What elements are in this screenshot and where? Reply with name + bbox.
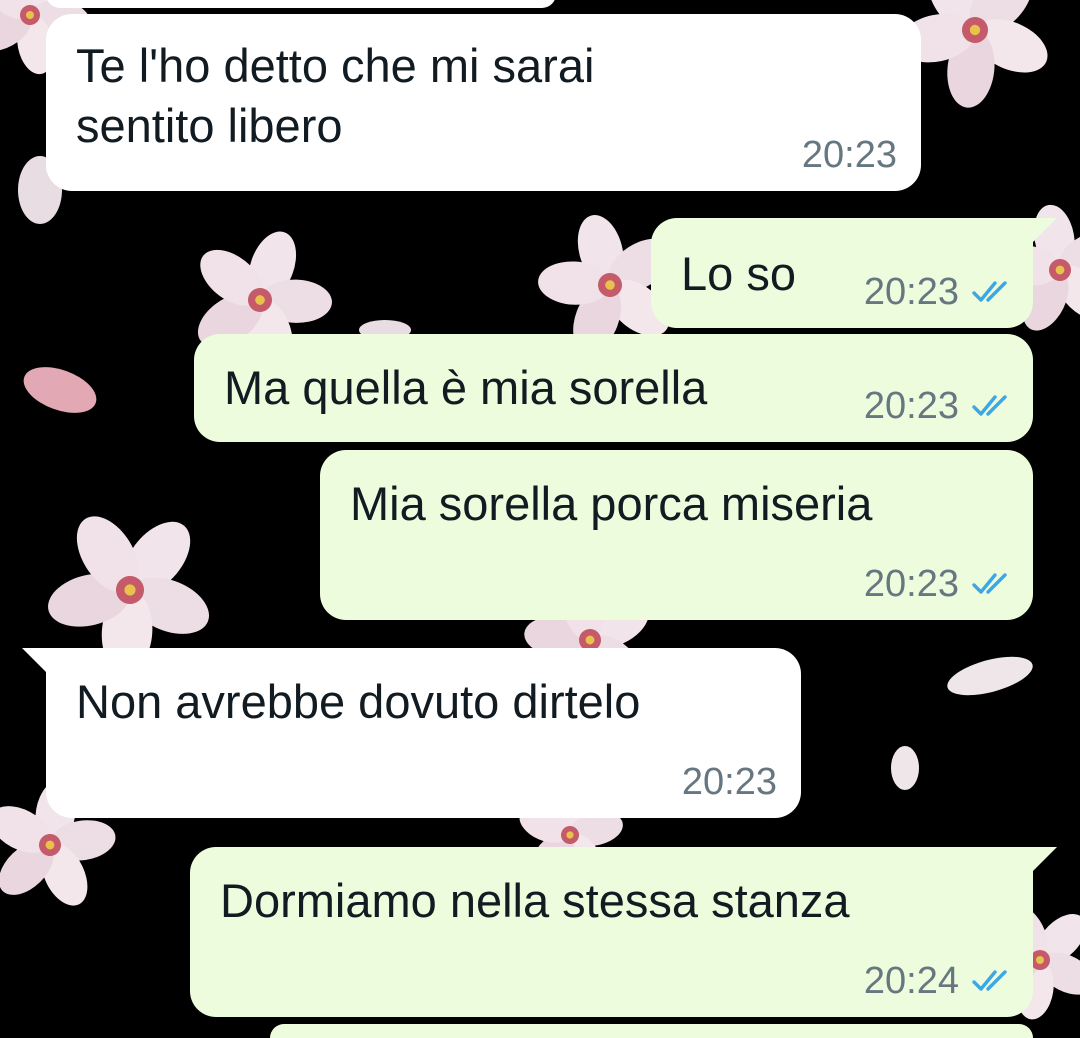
message-text: Mia sorella porca miseria [350,477,873,530]
message-text: Dormiamo nella stessa stanza [220,874,850,927]
message-bubble-outgoing[interactable]: Mia sorella porca miseria 20:23 [320,450,1033,620]
message-text: Ma quella è mia sorella [224,361,708,414]
message-text: Non avrebbe dovuto dirtelo [76,675,641,728]
read-receipt-icon [972,573,1007,594]
message-meta: 20:23 [864,272,1013,312]
message-meta: 20:23 [802,135,897,175]
message-bubble-outgoing[interactable]: Lo so 20:23 [651,218,1057,328]
message-bubble-incoming[interactable]: Non avrebbe dovuto dirtelo 20:23 [22,648,801,818]
message-time: 20:24 [863,960,959,1002]
message-meta: 20:23 [864,564,1013,604]
message-time: 20:23 [681,761,777,803]
message-bubble-outgoing[interactable]: Dormiamo nella stessa stanza 20:24 [190,847,1057,1017]
message-text: Lo so [681,247,796,300]
message-bubble-outgoing[interactable]: Ma quella è mia sorella 20:23 [194,334,1033,442]
message-time: 20:23 [863,563,959,605]
message-time: 20:23 [863,385,959,427]
read-receipt-icon [972,281,1007,302]
message-meta: 20:24 [864,961,1013,1001]
message-meta: 20:23 [682,762,777,802]
message-time: 20:23 [801,134,897,176]
message-bubble-partial-bottom [270,1024,1033,1038]
read-receipt-icon [972,395,1007,416]
message-bubble-incoming[interactable]: Te l'ho detto che mi sarai sentito liber… [46,14,921,191]
message-meta: 20:23 [864,386,1013,426]
message-text: Te l'ho detto che mi sarai sentito liber… [76,39,595,152]
message-time: 20:23 [863,271,959,313]
message-bubble-partial-top [46,0,556,8]
read-receipt-icon [972,970,1007,991]
